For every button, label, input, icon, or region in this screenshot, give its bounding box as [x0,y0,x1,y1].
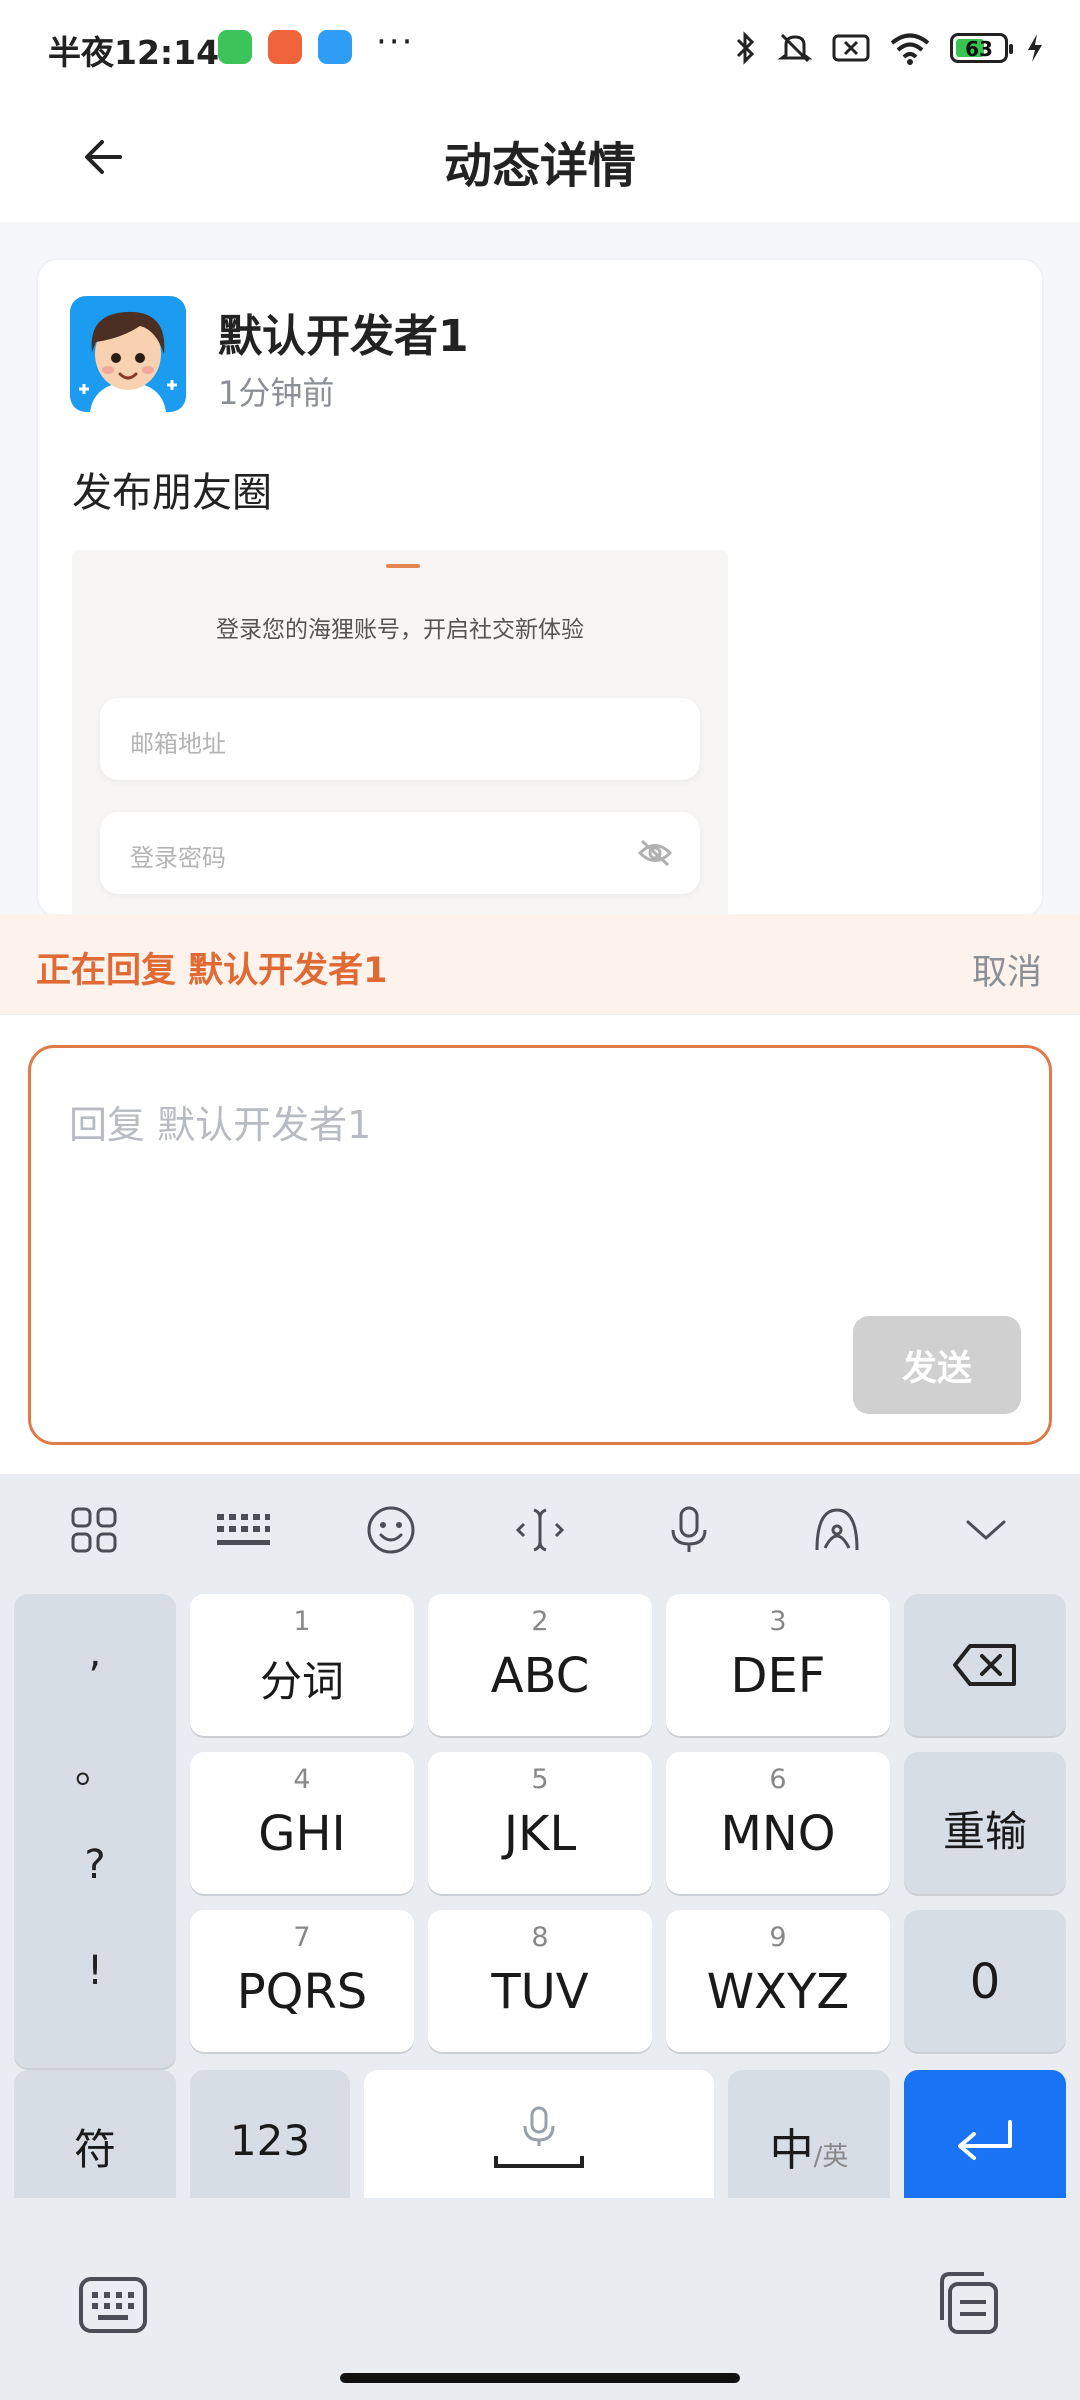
charging-icon [1028,34,1042,62]
battery-icon: 63 [950,33,1013,63]
handwriting-icon[interactable] [801,1494,873,1566]
image-email-field: 邮箱地址 [100,698,700,780]
key-label: GHI [258,1806,346,1862]
post-author[interactable]: 默认开发者1 [218,300,469,364]
avatar[interactable] [70,296,186,412]
key-number: 3 [769,1606,787,1637]
period-key[interactable]: 。 [14,1736,176,1794]
key-number: 6 [769,1764,787,1795]
key-8[interactable]: 8 TUV [428,1910,652,2052]
backspace-key[interactable] [904,1594,1066,1736]
key-3[interactable]: 3 DEF [666,1594,890,1736]
keyboard-bottom-bar [0,2198,1080,2400]
post-time: 1分钟前 [218,374,335,412]
space-mic-icon [494,2106,584,2168]
cancel-reply-button[interactable]: 取消 [972,944,1042,995]
cursor-icon[interactable] [504,1494,576,1566]
backspace-icon [953,1644,1016,1686]
key-number: 8 [531,1922,549,1953]
key-number: 4 [293,1764,311,1795]
battery-level: 63 [965,37,993,61]
reply-banner: 正在回复 默认开发者1 取消 [0,914,1080,1014]
key-number: 7 [293,1922,311,1953]
key-label: TUV [491,1964,589,2020]
key-9[interactable]: 9 WXYZ [666,1910,890,2052]
chat-app-icon [318,30,352,64]
post-image[interactable]: 登录您的海狸账号，开启社交新体验 邮箱地址 登录密码 [72,550,728,916]
language-switch-key[interactable]: 中/英 [728,2070,890,2212]
bluetooth-icon [736,31,755,65]
key-label: WXYZ [706,1964,850,2020]
image-password-field: 登录密码 [100,812,700,894]
key-label: PQRS [236,1964,368,2020]
enter-icon [958,2120,1012,2160]
image-subtitle: 登录您的海狸账号，开启社交新体验 [216,617,584,643]
wechat-app-icon [218,30,252,64]
apps-grid-icon[interactable] [58,1494,130,1566]
key-label: ABC [490,1648,590,1704]
key-label: MNO [720,1806,836,1862]
key-label: JKL [503,1806,577,1862]
key-label: 123 [229,2116,311,2165]
reply-input-panel: 回复 默认开发者1 发送 [0,1014,1080,1474]
comma-key[interactable]: , [14,1630,176,1676]
reply-placeholder: 回复 默认开发者1 [69,1103,372,1147]
status-time: 半夜12:14 [48,33,220,72]
switch-keyboard-icon[interactable] [78,2276,148,2334]
more-notifications-icon: ··· [376,22,415,62]
delete-app-icon [268,30,302,64]
image-password-placeholder: 登录密码 [130,844,226,872]
key-label: 0 [969,1954,1001,2010]
status-bar: 半夜12:14 ··· 63 [0,0,1080,96]
key-2[interactable]: 2 ABC [428,1594,652,1736]
key-5[interactable]: 5 JKL [428,1752,652,1894]
key-number: 2 [531,1606,549,1637]
numeric-key[interactable]: 123 [190,2070,350,2212]
key-label: 重输 [942,1807,1027,1856]
send-button[interactable]: 发送 [853,1316,1021,1414]
lang-sub-label: /英 [813,2142,849,2172]
zero-key[interactable]: 0 [904,1910,1066,2052]
key-4[interactable]: 4 GHI [190,1752,414,1894]
app-header: 动态详情 [0,96,1080,222]
key-label: 分词 [259,1657,344,1706]
clipboard-icon[interactable] [934,2270,1000,2336]
symbols-key[interactable]: 符 [14,2070,176,2212]
punctuation-column[interactable]: , 。 ? ! [14,1594,176,2068]
space-key[interactable] [364,2070,714,2212]
key-number: 5 [531,1764,549,1795]
page-title: 动态详情 [443,138,636,194]
key-1[interactable]: 1 分词 [190,1594,414,1736]
exclamation-key[interactable]: ! [14,1948,176,1994]
microphone-icon[interactable] [653,1494,725,1566]
collapse-keyboard-icon[interactable] [950,1494,1022,1566]
post-card: 默认开发者1 1分钟前 发布朋友圈 登录您的海狸账号，开启社交新体验 邮箱地址 … [36,258,1044,918]
key-6[interactable]: 6 MNO [666,1752,890,1894]
key-number: 1 [293,1606,311,1637]
image-email-placeholder: 邮箱地址 [130,730,226,758]
keyboard-layout-icon[interactable] [207,1494,279,1566]
mute-icon [777,33,813,63]
replying-to-label: 正在回复 默认开发者1 [36,951,388,991]
post-text: 发布朋友圈 [72,470,272,516]
reenter-key[interactable]: 重输 [904,1752,1066,1894]
eye-off-icon [638,839,672,867]
home-indicator[interactable] [340,2373,740,2383]
enter-key[interactable] [904,2070,1066,2212]
lang-main-label: 中 [769,2125,814,2176]
emoji-icon[interactable] [355,1494,427,1566]
key-label: 符 [73,2125,116,2174]
wifi-icon [890,33,930,65]
reply-input[interactable]: 回复 默认开发者1 发送 [28,1045,1052,1445]
key-7[interactable]: 7 PQRS [190,1910,414,2052]
key-number: 9 [769,1922,787,1953]
key-label: DEF [730,1648,826,1704]
keyboard-toolbar [0,1474,1080,1586]
question-key[interactable]: ? [14,1842,176,1888]
image-accent-line [386,564,420,568]
sim-off-icon [832,34,870,62]
